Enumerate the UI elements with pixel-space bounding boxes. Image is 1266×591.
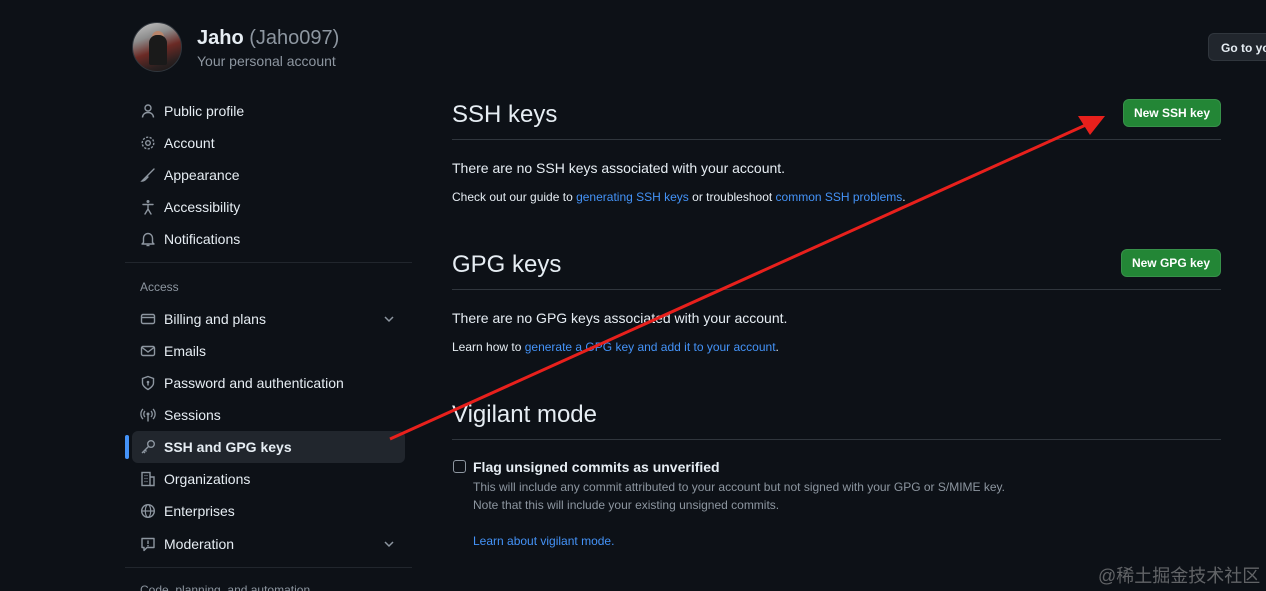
chevron-down-icon[interactable] <box>381 311 397 327</box>
sidebar-item-label: Appearance <box>164 167 240 183</box>
generate-gpg-key-link[interactable]: generate a GPG key and add it to your ac… <box>525 340 776 354</box>
sidebar-item-accessibility[interactable]: Accessibility <box>132 191 405 223</box>
sidebar-item-label: Emails <box>164 343 207 359</box>
sidebar-item-ssh-gpg-keys[interactable]: SSH and GPG keys <box>132 431 405 463</box>
sidebar-item-appearance[interactable]: Appearance <box>132 159 405 191</box>
accessibility-icon <box>140 199 156 215</box>
ssh-keys-heading: SSH keys <box>452 101 558 128</box>
gpg-keys-heading: GPG keys <box>452 251 562 278</box>
sidebar-item-label: Accessibility <box>164 199 241 215</box>
sidebar-item-label: Moderation <box>164 536 235 552</box>
sidebar-item-label: Account <box>164 135 215 151</box>
sidebar-item-label: SSH and GPG keys <box>164 439 292 455</box>
learn-suffix: . <box>775 340 779 354</box>
user-display-name[interactable]: Jaho (Jaho097) <box>197 27 339 50</box>
generating-ssh-keys-link[interactable]: generating SSH keys <box>576 190 689 204</box>
report-icon <box>140 536 156 552</box>
user-name-text: Jaho <box>197 27 244 49</box>
guide-prefix: Check out our guide to <box>452 190 577 204</box>
sidebar-item-label: Sessions <box>164 407 221 423</box>
sidebar-item-password-authentication[interactable]: Password and authentication <box>132 367 405 399</box>
broadcast-icon <box>140 407 156 423</box>
sidebar-item-label: Organizations <box>164 471 251 487</box>
sidebar-item-label: Password and authentication <box>164 375 344 391</box>
section-divider <box>452 139 1221 140</box>
section-divider <box>452 439 1221 440</box>
guide-mid: or troubleshoot <box>688 190 776 204</box>
sidebar-item-enterprises[interactable]: Enterprises <box>132 495 405 527</box>
globe-icon <box>140 503 156 519</box>
sidebar-group-heading-code: Code, planning, and automation <box>140 583 311 591</box>
new-gpg-key-button[interactable]: New GPG key <box>1121 249 1221 277</box>
ssh-empty-message: There are no SSH keys associated with yo… <box>452 160 786 176</box>
new-ssh-key-button[interactable]: New SSH key <box>1123 99 1221 127</box>
common-ssh-problems-link[interactable]: common SSH problems <box>776 190 903 204</box>
vigilant-mode-heading: Vigilant mode <box>452 401 597 428</box>
sidebar-item-label: Notifications <box>164 231 241 247</box>
key-icon <box>140 439 156 455</box>
credit-card-icon <box>140 311 156 327</box>
vigilant-note-1: This will include any commit attributed … <box>473 480 1006 494</box>
mail-icon <box>140 343 156 359</box>
active-indicator <box>125 435 129 459</box>
sidebar-item-billing[interactable]: Billing and plans <box>132 303 405 335</box>
sidebar-divider <box>125 567 412 568</box>
bell-icon <box>140 231 156 247</box>
go-to-profile-button[interactable]: Go to yo <box>1208 33 1266 61</box>
learn-vigilant-mode-link[interactable]: Learn about vigilant mode. <box>473 534 614 548</box>
gpg-learn-text: Learn how to generate a GPG key and add … <box>452 340 779 354</box>
paintbrush-icon <box>140 167 156 183</box>
sidebar-group-heading-access: Access <box>140 280 179 294</box>
sidebar-item-label: Enterprises <box>164 503 235 519</box>
learn-prefix: Learn how to <box>452 340 525 354</box>
sidebar-item-organizations[interactable]: Organizations <box>132 463 405 495</box>
avatar[interactable] <box>132 22 182 72</box>
sidebar-item-moderation[interactable]: Moderation <box>132 528 405 560</box>
watermark-text: @稀土掘金技术社区 <box>1098 566 1261 586</box>
annotation-arrow-head <box>1078 116 1105 135</box>
flag-unsigned-commits-label[interactable]: Flag unsigned commits as unverified <box>473 459 720 475</box>
account-type-label: Your personal account <box>197 53 336 69</box>
avatar-figure <box>149 35 167 65</box>
user-handle: (Jaho097) <box>249 27 340 49</box>
sidebar-item-account[interactable]: Account <box>132 127 405 159</box>
gear-icon <box>140 135 156 151</box>
sidebar-item-label: Public profile <box>164 103 245 119</box>
sidebar-item-notifications[interactable]: Notifications <box>132 223 405 255</box>
sidebar-divider <box>125 262 412 263</box>
sidebar-item-sessions[interactable]: Sessions <box>132 399 405 431</box>
shield-lock-icon <box>140 375 156 391</box>
section-divider <box>452 289 1221 290</box>
vigilant-note-2: Note that this will include your existin… <box>473 498 780 512</box>
gpg-empty-message: There are no GPG keys associated with yo… <box>452 310 788 326</box>
ssh-guide-text: Check out our guide to generating SSH ke… <box>452 190 906 204</box>
guide-suffix: . <box>902 190 906 204</box>
flag-unsigned-commits-checkbox[interactable] <box>453 460 466 473</box>
sidebar-item-emails[interactable]: Emails <box>132 335 405 367</box>
sidebar-item-label: Billing and plans <box>164 311 266 327</box>
chevron-down-icon[interactable] <box>381 536 397 552</box>
person-icon <box>140 103 156 119</box>
sidebar-item-public-profile[interactable]: Public profile <box>132 95 405 127</box>
organization-icon <box>140 471 156 487</box>
